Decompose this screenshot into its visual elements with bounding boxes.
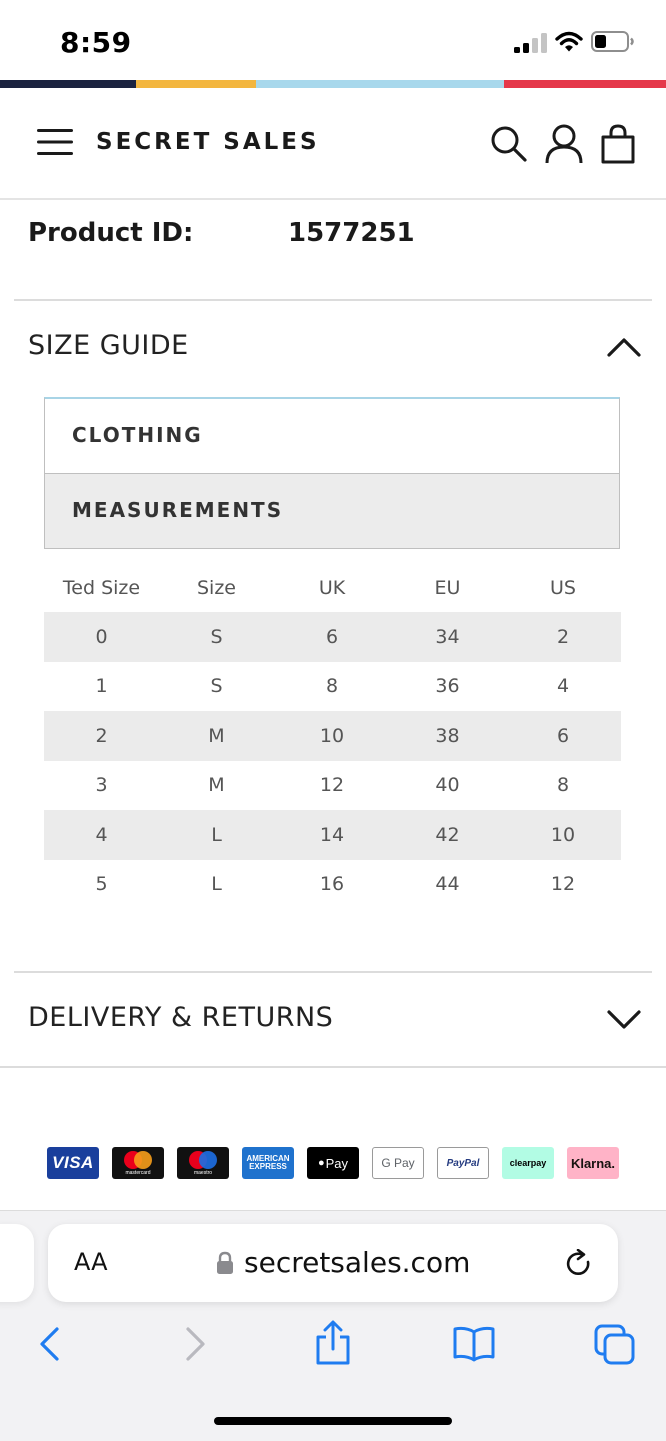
share-icon[interactable] <box>314 1320 352 1366</box>
table-row: 5 L 16 44 12 <box>44 860 621 910</box>
table-cell: 5 <box>95 873 108 896</box>
stripe-segment-blue <box>256 80 504 88</box>
table-cell: M <box>208 774 225 797</box>
signal-icon <box>514 33 548 53</box>
size-guide-header[interactable]: SIZE GUIDE <box>28 330 189 361</box>
table-cell: 34 <box>390 612 505 662</box>
size-table: Ted Size Size UK EU US 0 S 6 34 2 1 S 8 … <box>44 563 621 909</box>
divider <box>14 299 652 301</box>
table-row: 3 M 12 40 8 <box>44 761 621 811</box>
tab-measurements[interactable]: MEASUREMENTS <box>44 473 620 549</box>
table-cell: 6 <box>505 711 621 761</box>
menu-icon[interactable] <box>37 128 73 156</box>
site-logo[interactable]: SECRET SALES <box>96 129 320 155</box>
table-cell: 0 <box>44 612 159 662</box>
home-indicator <box>214 1417 452 1425</box>
column-header: Ted Size <box>62 576 141 599</box>
table-cell: 2 <box>44 711 159 761</box>
payment-methods: VISA mastercard maestro AMERICAN EXPRESS… <box>47 1147 619 1181</box>
table-cell: 44 <box>435 873 460 896</box>
wifi-icon <box>555 31 583 52</box>
site-header: SECRET SALES <box>0 88 666 200</box>
table-cell: 16 <box>319 873 345 896</box>
table-row: 2 M 10 38 6 <box>44 711 621 761</box>
table-cell: L <box>211 873 222 896</box>
paypal-logo: PayPal <box>437 1147 489 1179</box>
chevron-up-icon[interactable] <box>606 336 642 358</box>
divider <box>0 1066 666 1068</box>
column-header: US <box>550 576 576 599</box>
tab-measurements-label: MEASUREMENTS <box>72 498 284 522</box>
visa-logo: VISA <box>47 1147 99 1179</box>
mastercard-logo: mastercard <box>112 1147 164 1179</box>
apple-pay-logo: ● Pay <box>307 1147 359 1179</box>
bookmarks-icon[interactable] <box>452 1326 496 1362</box>
table-cell: 1 <box>95 675 108 698</box>
table-cell: 42 <box>390 810 505 860</box>
table-cell: S <box>159 612 274 662</box>
product-id-value: 1577251 <box>288 218 415 248</box>
table-row: 1 S 8 36 4 <box>44 662 621 712</box>
column-header: Size <box>196 576 236 599</box>
clearpay-logo: clearpay <box>502 1147 554 1179</box>
stripe-segment-yellow <box>136 80 256 88</box>
forward-icon[interactable] <box>182 1326 208 1362</box>
battery-icon <box>591 31 634 52</box>
maestro-logo: maestro <box>177 1147 229 1179</box>
table-cell: 6 <box>274 612 390 662</box>
tabs-icon[interactable] <box>594 1324 636 1366</box>
table-cell: S <box>210 675 223 698</box>
table-cell: 40 <box>435 774 460 797</box>
brand-stripe <box>0 80 666 88</box>
table-cell: 8 <box>325 675 339 698</box>
table-header-row: Ted Size Size UK EU US <box>44 563 621 612</box>
table-cell: 36 <box>435 675 460 698</box>
product-id-label: Product ID: <box>28 218 194 248</box>
table-cell: 4 <box>556 675 570 698</box>
table-row: 4 L 14 42 10 <box>44 810 621 860</box>
back-icon[interactable] <box>37 1326 63 1362</box>
text-size-button[interactable]: AA <box>74 1248 108 1276</box>
table-cell: 2 <box>505 612 621 662</box>
address-bar[interactable]: AA secretsales.com <box>48 1224 618 1302</box>
lock-icon <box>217 1251 233 1274</box>
table-cell: 12 <box>550 873 576 896</box>
search-icon[interactable] <box>490 125 528 163</box>
amex-logo: AMERICAN EXPRESS <box>242 1147 294 1179</box>
klarna-logo: Klarna. <box>567 1147 619 1179</box>
table-cell: L <box>159 810 274 860</box>
table-row: 0 S 6 34 2 <box>44 612 621 662</box>
column-header: EU <box>434 576 461 599</box>
chevron-down-icon[interactable] <box>606 1009 642 1031</box>
tab-clothing-label: CLOTHING <box>72 423 203 447</box>
stripe-segment-navy <box>0 80 136 88</box>
clock: 8:59 <box>60 26 132 59</box>
table-cell: 4 <box>44 810 159 860</box>
reload-icon[interactable] <box>566 1249 594 1279</box>
account-icon[interactable] <box>544 123 584 165</box>
table-cell: 3 <box>95 774 108 797</box>
table-cell: M <box>159 711 274 761</box>
stripe-segment-red <box>504 80 666 88</box>
status-bar: 8:59 <box>0 0 666 80</box>
previous-tab-preview[interactable] <box>0 1224 34 1302</box>
google-pay-logo: G Pay <box>372 1147 424 1179</box>
tab-clothing[interactable]: CLOTHING <box>44 397 620 475</box>
column-header: UK <box>318 576 346 599</box>
url-text[interactable]: secretsales.com <box>244 1246 470 1279</box>
delivery-returns-header[interactable]: DELIVERY & RETURNS <box>28 1002 333 1033</box>
table-cell: 8 <box>556 774 570 797</box>
table-cell: 14 <box>274 810 390 860</box>
table-cell: 12 <box>319 774 345 797</box>
table-cell: 10 <box>505 810 621 860</box>
divider <box>14 971 652 973</box>
table-cell: 10 <box>274 711 390 761</box>
bag-icon[interactable] <box>600 124 636 164</box>
table-cell: 38 <box>390 711 505 761</box>
